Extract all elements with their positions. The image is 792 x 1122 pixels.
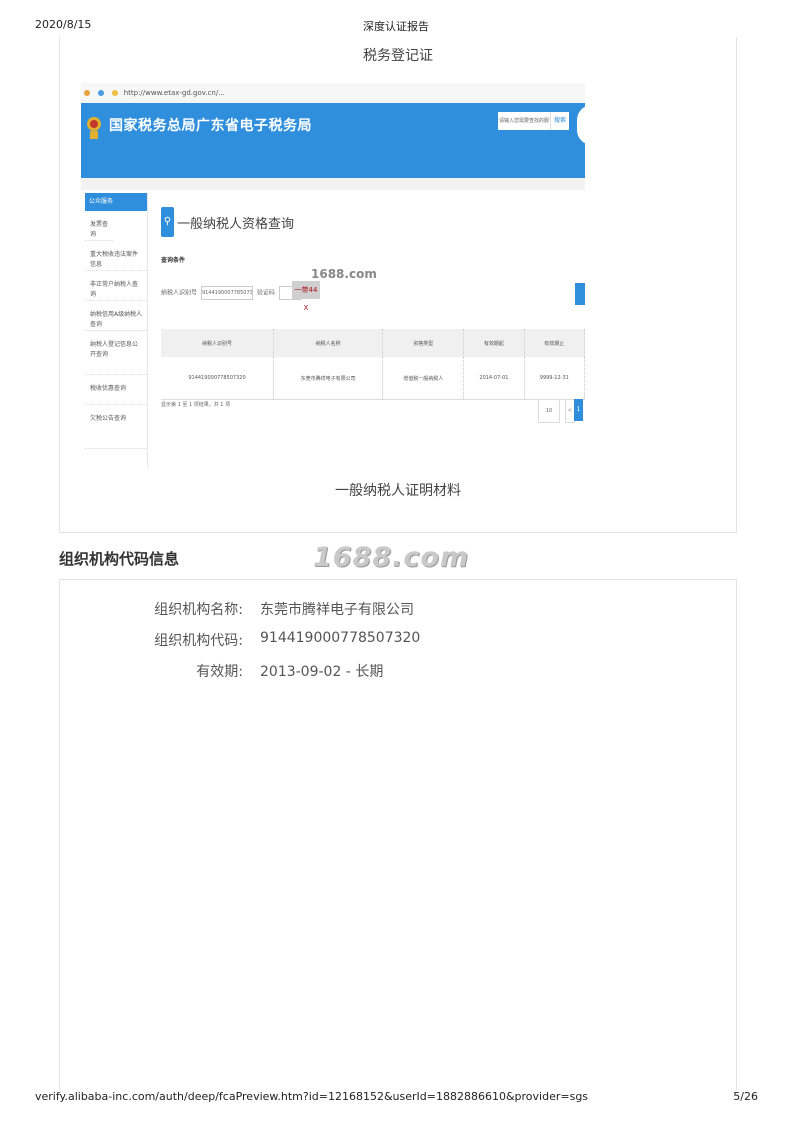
current-page-button: 1 — [574, 399, 583, 421]
tax-query-screenshot: http://www.etax-gd.gov.cn/... 国家税务总局广东省电… — [81, 83, 585, 467]
pagination-info: 显示第 1 至 1 项结果，共 1 项 — [161, 402, 231, 408]
star-icon — [112, 90, 119, 96]
captcha-image: 一带44 X — [292, 281, 320, 312]
query-title: 一般纳税人资格查询 — [177, 217, 295, 232]
sidebar-item: 纳税人登记信息公开查询 — [85, 331, 147, 375]
sidebar-head-left: 公众服务 — [89, 198, 114, 205]
report-title: 深度认证报告 — [363, 20, 429, 33]
validity-value: 2013-09-02 - 长期 — [260, 664, 384, 680]
national-emblem-icon — [87, 117, 101, 139]
browser-icon — [84, 90, 90, 96]
table-cell: 914419000778507320 — [161, 357, 275, 400]
org-code-panel: 组织机构名称: 东莞市腾祥电子有限公司 组织机构代码: 914419000778… — [59, 579, 737, 1090]
table-cell: 东莞市腾祥电子有限公司 — [273, 357, 384, 400]
table-cell: 2014-07-01 — [463, 357, 525, 400]
watermark-small: 1688.com — [311, 267, 377, 281]
query-conditions-label: 查询条件 — [161, 257, 186, 264]
banner-title: 国家税务总局广东省电子税务局 — [109, 118, 312, 134]
service-sidebar: 公众服务 ★ 涉税查询 发票查询 重大税收违法案件信息 非正常户纳税人查询 纳税… — [85, 193, 148, 467]
sidebar-item: 税收优惠查询 — [85, 375, 147, 405]
general-taxpayer-caption: 一般纳税人证明材料 — [335, 483, 461, 499]
sidebar-item: 发票查询 — [85, 211, 113, 241]
table-header: 有效期止 — [524, 329, 585, 357]
org-code-section-title: 组织机构代码信息 — [59, 550, 180, 568]
table-header-row: 纳税人识别号 纳税人名称 资格类型 有效期起 有效期止 — [161, 329, 585, 357]
table-header: 纳税人名称 — [273, 329, 384, 357]
sidebar-item: 纳税信用A级纳税人查询 — [85, 301, 147, 331]
org-name-label: 组织机构名称: — [154, 602, 243, 618]
watermark-large: 1688.com — [313, 542, 470, 573]
banner-search-input: 请输入您需要查找的服务 — [498, 112, 550, 130]
sidebar-item: 欠税公告查询 — [85, 405, 147, 449]
table-cell: 增值税一般纳税人 — [382, 357, 465, 400]
tax-registration-heading: 税务登记证 — [363, 48, 433, 64]
table-header: 有效期起 — [463, 329, 525, 357]
page-size-select: 10 — [538, 399, 560, 423]
taxpayer-id-input: 914419000778507320 — [200, 286, 253, 300]
query-button — [575, 283, 585, 305]
sidebar-item: 非正常户纳税人查询 — [85, 271, 147, 301]
query-form: 纳税人识别号 914419000778507320 验证码 — [161, 286, 303, 300]
nav-bar — [81, 178, 585, 190]
banner-avatar — [577, 105, 585, 145]
search-icon: ⚲ — [161, 207, 174, 237]
taxpayer-id-label: 纳税人识别号 — [161, 289, 198, 297]
org-code-label: 组织机构代码: — [154, 633, 243, 649]
sidebar-head-right: ★ 涉税查询 — [112, 216, 144, 223]
page-number: 5/26 — [733, 1090, 758, 1103]
org-name-value: 东莞市腾祥电子有限公司 — [260, 602, 414, 618]
sidebar-item: 重大税收违法案件信息 — [85, 241, 147, 271]
table-header: 资格类型 — [382, 329, 465, 357]
captcha-label: 验证码 — [256, 289, 275, 297]
tax-bureau-banner: 国家税务总局广东省电子税务局 请输入您需要查找的服务 搜索 — [81, 103, 585, 178]
result-table: 纳税人识别号 纳税人名称 资格类型 有效期起 有效期止 914419000778… — [161, 329, 585, 400]
page-url: verify.alibaba-inc.com/auth/deep/fcaPrev… — [35, 1090, 589, 1103]
org-code-value: 914419000778507320 — [260, 630, 421, 646]
table-cell: 9999-12-31 — [524, 357, 585, 400]
banner-search-button: 搜索 — [550, 112, 569, 130]
validity-label: 有效期: — [196, 664, 243, 680]
table-row: 914419000778507320 东莞市腾祥电子有限公司 增值税一般纳税人 … — [161, 357, 585, 400]
sidebar-header: 公众服务 ★ 涉税查询 — [85, 193, 147, 223]
browser-toolbar: http://www.etax-gd.gov.cn/... — [81, 83, 585, 103]
browser-url: http://www.etax-gd.gov.cn/... — [123, 89, 225, 97]
table-header: 纳税人识别号 — [161, 329, 275, 357]
back-icon — [98, 90, 105, 96]
